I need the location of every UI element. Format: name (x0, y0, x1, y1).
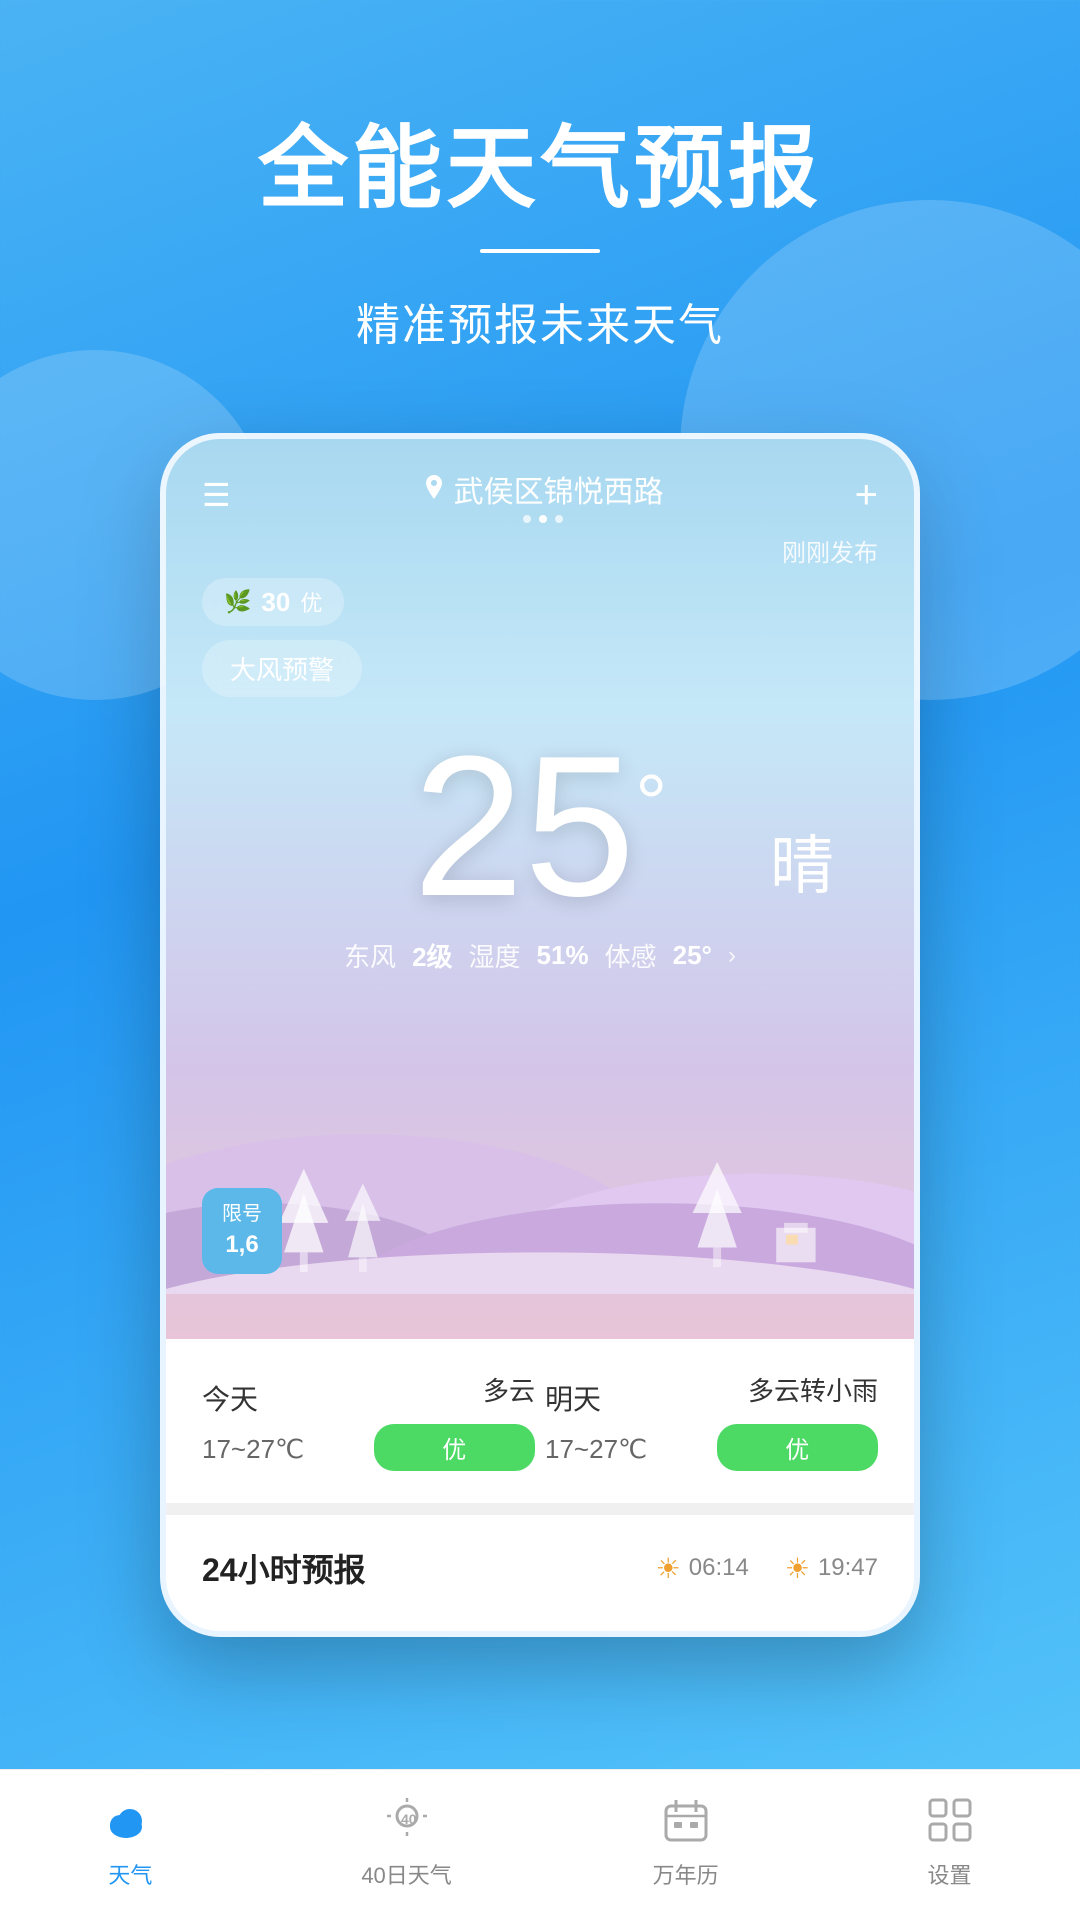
nav-calendar-label: 万年历 (653, 1858, 719, 1890)
wind-direction: 东风 (344, 937, 396, 974)
page-dots (422, 515, 664, 523)
today-temp: 17~27℃ (202, 1434, 364, 1465)
nav-weather-label: 天气 (108, 1858, 152, 1890)
dot-1 (523, 515, 531, 523)
details-chevron-icon: › (728, 942, 736, 970)
sunrise-time: 06:14 (689, 1554, 749, 1582)
nav-settings[interactable]: 设置 (920, 1790, 980, 1890)
humidity-value: 51% (537, 940, 589, 971)
temperature-value: 25 (413, 727, 635, 927)
nav-calendar-icon-wrap (656, 1790, 716, 1850)
sunrise-icon: ☀ (656, 1552, 681, 1585)
sunset-icon: ☀ (785, 1552, 810, 1585)
wind-warning-text: 大风预警 (230, 650, 334, 687)
publish-time: 刚刚发布 (166, 533, 914, 578)
today-condition: 多云 (374, 1371, 536, 1408)
feel-label: 体感 (605, 937, 657, 974)
tomorrow-temp: 17~27℃ (545, 1434, 707, 1465)
tomorrow-col: 明天 17~27℃ (545, 1378, 707, 1465)
today-quality-badge: 优 (374, 1424, 536, 1471)
nav-40day-label: 40日天气 (361, 1858, 451, 1890)
svg-text:40: 40 (401, 1811, 417, 1827)
temperature-display: 25 ° 晴 (166, 707, 914, 927)
weather-summary: 今天 17~27℃ 多云 优 明天 17~27℃ 多云转小雨 优 (166, 1339, 914, 1503)
today-col: 今天 17~27℃ (202, 1378, 364, 1465)
today-condition-col: 多云 优 (374, 1371, 536, 1471)
phone-topbar: ☰ 武侯区锦悦西路 + (166, 439, 914, 533)
location-pin-icon (422, 475, 446, 503)
nav-40day[interactable]: 40 40日天气 (361, 1790, 451, 1890)
calendar-icon (662, 1796, 710, 1844)
feel-temp: 25° (673, 940, 712, 971)
menu-icon[interactable]: ☰ (202, 476, 231, 514)
leaf-icon: 🌿 (224, 589, 251, 615)
bottom-navigation: 天气 40 40日天气 万年历 (0, 1769, 1080, 1920)
grid-icon (926, 1796, 974, 1844)
tomorrow-condition-col: 多云转小雨 优 (717, 1371, 879, 1471)
location-text: 武侯区锦悦西路 (454, 467, 664, 511)
nav-40day-icon-wrap: 40 (377, 1790, 437, 1850)
nav-weather-icon-wrap (100, 1790, 160, 1850)
dot-3 (555, 515, 563, 523)
location-label[interactable]: 武侯区锦悦西路 (422, 467, 664, 511)
forecast-title: 24小时预报 (202, 1545, 366, 1591)
hero-section: 全能天气预报 精准预报未来天气 (0, 0, 1080, 413)
nav-settings-label: 设置 (928, 1858, 972, 1890)
wind-level: 2级 (412, 937, 452, 974)
add-location-button[interactable]: + (855, 473, 878, 518)
weather-condition: 晴 (770, 815, 834, 907)
limit-numbers: 1,6 (222, 1228, 262, 1262)
license-plate-limit-badge: 限号 1,6 (202, 1188, 282, 1274)
forecast-section: 24小时预报 ☀ 06:14 ☀ 19:47 (166, 1515, 914, 1631)
degree-symbol: ° (635, 757, 667, 849)
section-divider (166, 1503, 914, 1515)
tomorrow-condition: 多云转小雨 (717, 1371, 879, 1408)
phone-screen: ☰ 武侯区锦悦西路 + 刚刚发布 (166, 439, 914, 1339)
aqi-level: 优 (300, 586, 322, 618)
cloud-icon (104, 1799, 156, 1841)
sunrise-item: ☀ 06:14 (656, 1552, 749, 1585)
phone-mockup: ☰ 武侯区锦悦西路 + 刚刚发布 (160, 433, 920, 1637)
sun-calendar-icon: 40 (381, 1794, 433, 1846)
location-area: 武侯区锦悦西路 (422, 467, 664, 523)
aqi-number: 30 (261, 587, 290, 618)
dot-2 (539, 515, 547, 523)
hero-divider (480, 249, 600, 253)
sunset-item: ☀ 19:47 (785, 1552, 878, 1585)
badges-row: 🌿 30 优 大风预警 (166, 578, 914, 697)
sun-times: ☀ 06:14 ☀ 19:47 (656, 1552, 878, 1585)
nav-settings-icon-wrap (920, 1790, 980, 1850)
tomorrow-label: 明天 (545, 1378, 707, 1418)
today-label: 今天 (202, 1378, 364, 1418)
nav-calendar[interactable]: 万年历 (653, 1790, 719, 1890)
sunset-time: 19:47 (818, 1554, 878, 1582)
limit-title: 限号 (222, 1200, 262, 1228)
wind-warning-badge[interactable]: 大风预警 (202, 640, 362, 697)
forecast-header: 24小时预报 ☀ 06:14 ☀ 19:47 (202, 1545, 878, 1591)
nav-weather[interactable]: 天气 (100, 1790, 160, 1890)
tomorrow-quality-badge: 优 (717, 1424, 879, 1471)
aqi-badge[interactable]: 🌿 30 优 (202, 578, 344, 626)
landscape-scene: 限号 1,6 (166, 1014, 914, 1294)
humidity-label: 湿度 (469, 937, 521, 974)
